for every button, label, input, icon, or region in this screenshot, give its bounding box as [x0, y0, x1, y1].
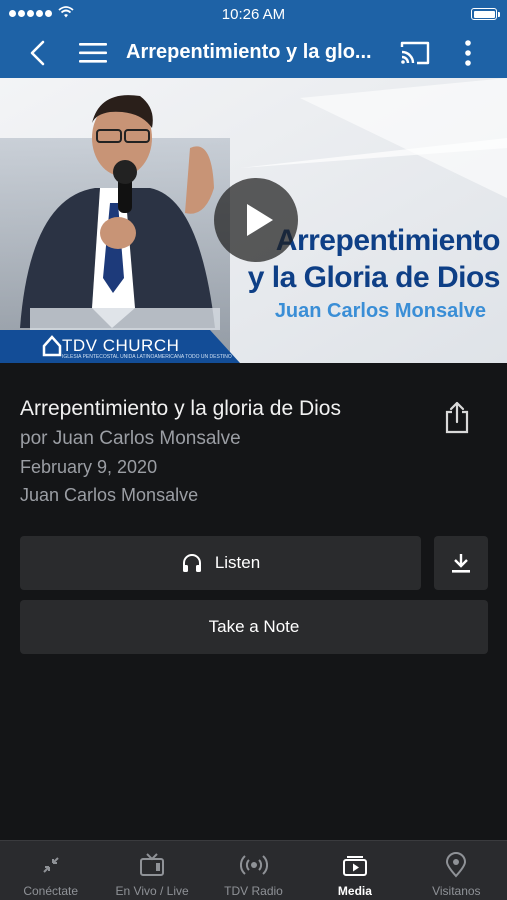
cast-icon[interactable] — [398, 38, 432, 68]
share-icon[interactable] — [443, 400, 471, 434]
tab-en-vivo[interactable]: En Vivo / Live — [101, 841, 202, 900]
hamburger-menu-icon[interactable] — [77, 38, 109, 68]
location-pin-icon — [446, 852, 467, 878]
play-button[interactable] — [214, 178, 298, 262]
tab-label: En Vivo / Live — [115, 884, 189, 898]
top-bar: 10:26 AM Arrepentimiento y la glo... — [0, 0, 507, 78]
media-author: por Juan Carlos Monsalve — [20, 428, 241, 449]
media-speaker: Juan Carlos Monsalve — [20, 485, 199, 505]
download-button[interactable] — [434, 536, 488, 590]
back-icon[interactable] — [22, 36, 56, 70]
nav-bar: Arrepentimiento y la glo... — [0, 28, 507, 78]
tab-label: TDV Radio — [224, 884, 283, 898]
tab-label: Media — [337, 884, 372, 898]
tab-conectate[interactable]: Conéctate — [0, 841, 101, 900]
tab-bar: Conéctate En Vivo / Live TDV Radio Media… — [0, 840, 507, 900]
tv-icon — [140, 853, 165, 876]
tab-media[interactable]: Media — [304, 841, 405, 900]
hero-title-line2: y la Gloria de Dios — [247, 261, 501, 294]
download-icon — [452, 554, 470, 573]
headphones-icon — [182, 554, 201, 572]
church-logo-text: TDV CHURCH — [62, 336, 180, 355]
battery-icon — [471, 8, 500, 20]
media-title: Arrepentimiento y la gloria de Dios — [20, 397, 341, 420]
media-date: February 9, 2020 — [20, 457, 158, 477]
take-note-button[interactable]: Take a Note — [20, 600, 488, 654]
screen: 10:26 AM Arrepentimiento y la glo... Arr… — [0, 0, 507, 900]
radio-broadcast-icon — [239, 855, 268, 875]
hero-subtitle: Juan Carlos Monsalve — [274, 300, 486, 322]
media-play-icon — [342, 856, 367, 876]
media-details: Arrepentimiento y la gloria de Dios por … — [20, 396, 440, 506]
page-title: Arrepentimiento y la glo... — [126, 41, 372, 63]
connect-icon — [42, 857, 59, 873]
status-bar: 10:26 AM — [0, 0, 507, 28]
more-options-icon[interactable] — [456, 36, 480, 70]
listen-button[interactable]: Listen — [20, 536, 421, 590]
tab-visitanos[interactable]: Visitanos — [406, 841, 507, 900]
listen-label: Listen — [214, 553, 261, 572]
church-logo-tagline: IGLESIA PENTECOSTAL UNIDA LATINOAMERICAN… — [62, 354, 232, 360]
take-note-label: Take a Note — [208, 617, 300, 636]
tab-tdv-radio[interactable]: TDV Radio — [203, 841, 304, 900]
status-time: 10:26 AM — [221, 6, 286, 23]
tab-label: Visitanos — [432, 884, 481, 898]
tab-label: Conéctate — [23, 884, 79, 898]
media-thumbnail[interactable]: Arrepentimiento y la Gloria de Dios Juan… — [0, 78, 507, 363]
